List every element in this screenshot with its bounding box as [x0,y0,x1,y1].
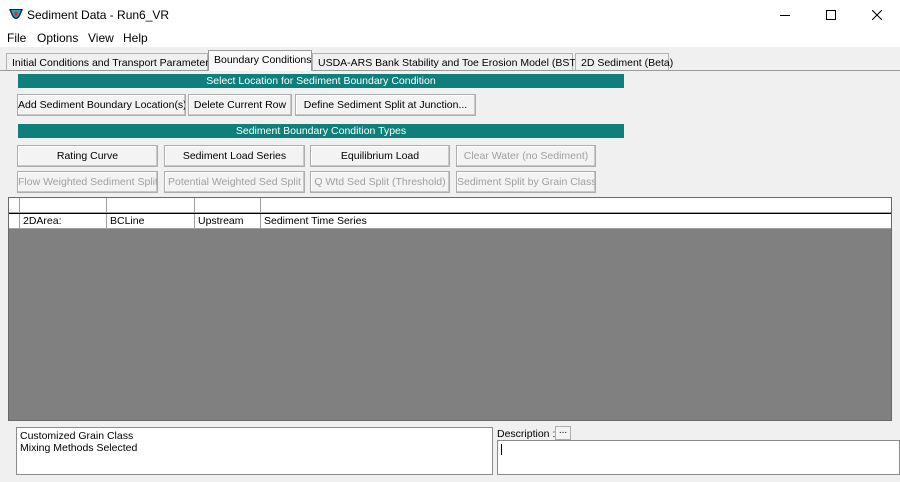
potential-weighted-split-button[interactable]: Potential Weighted Sed Split [164,171,305,193]
equilibrium-load-button[interactable]: Equilibrium Load [310,145,450,167]
clear-water-button[interactable]: Clear Water (no Sediment) [456,145,596,167]
rating-curve-button[interactable]: Rating Curve [17,145,158,167]
description-field[interactable] [497,440,900,475]
split-by-grain-class-button[interactable]: Sediment Split by Grain Class [456,171,596,193]
flow-weighted-split-button[interactable]: Flow Weighted Sediment Split [17,171,158,193]
table-header-cell [261,198,891,212]
info-line: Mixing Methods Selected [20,442,138,454]
close-icon [872,9,882,20]
close-button[interactable] [854,0,900,29]
location-section-header: Select Location for Sediment Boundary Co… [18,74,624,88]
menu-help[interactable]: Help [123,31,148,45]
table-cell-bcline[interactable]: BCLine [107,214,195,228]
grain-class-info-box: Customized Grain Class Mixing Methods Se… [16,427,493,475]
menu-options[interactable]: Options [37,31,78,45]
description-browse-button[interactable]: ... [555,426,571,440]
tab-initial-conditions[interactable]: Initial Conditions and Transport Paramet… [6,53,214,71]
tab-strip: Initial Conditions and Transport Paramet… [0,47,900,71]
add-boundary-location-button[interactable]: Add Sediment Boundary Location(s) [17,94,186,116]
q-weighted-split-button[interactable]: Q Wtd Sed Split (Threshold) [310,171,450,193]
table-header-cell [107,198,195,212]
types-section-header: Sediment Boundary Condition Types [18,124,624,138]
tab-bstem[interactable]: USDA-ARS Bank Stability and Toe Erosion … [312,53,595,71]
table-header-row [9,198,891,213]
title-bar: Sediment Data - Run6_VR [0,0,900,29]
menu-bar: File Options View Help [0,29,900,47]
define-sediment-split-button[interactable]: Define Sediment Split at Junction... [295,94,476,116]
maximize-icon [826,9,836,20]
boundary-locations-table[interactable]: 2DArea: BCLine Upstream Sediment Time Se… [8,197,892,421]
table-cell-location[interactable]: Upstream [195,214,261,228]
row-selector[interactable] [9,214,20,228]
tab-divider [0,70,900,71]
minimize-button[interactable] [762,0,808,29]
menu-file[interactable]: File [7,31,26,45]
app-logo-icon [9,9,23,19]
menu-view[interactable]: View [88,31,114,45]
minimize-icon [780,14,790,16]
text-caret [501,444,502,455]
delete-current-row-button[interactable]: Delete Current Row [188,94,292,116]
table-cell-bc-type[interactable]: Sediment Time Series [261,214,891,228]
table-header-cell [9,198,20,212]
description-label: Description : [497,428,556,440]
info-line: Customized Grain Class [20,430,134,442]
sediment-load-series-button[interactable]: Sediment Load Series [164,145,305,167]
window-title: Sediment Data - Run6_VR [27,8,170,22]
table-header-cell [195,198,261,212]
tab-boundary-conditions[interactable]: Boundary Conditions [208,50,312,71]
table-row[interactable]: 2DArea: BCLine Upstream Sediment Time Se… [9,213,891,229]
table-cell-area[interactable]: 2DArea: [20,214,107,228]
table-header-cell [20,198,107,212]
maximize-button[interactable] [808,0,854,29]
tab-2d-sediment[interactable]: 2D Sediment (Beta) [575,53,673,71]
